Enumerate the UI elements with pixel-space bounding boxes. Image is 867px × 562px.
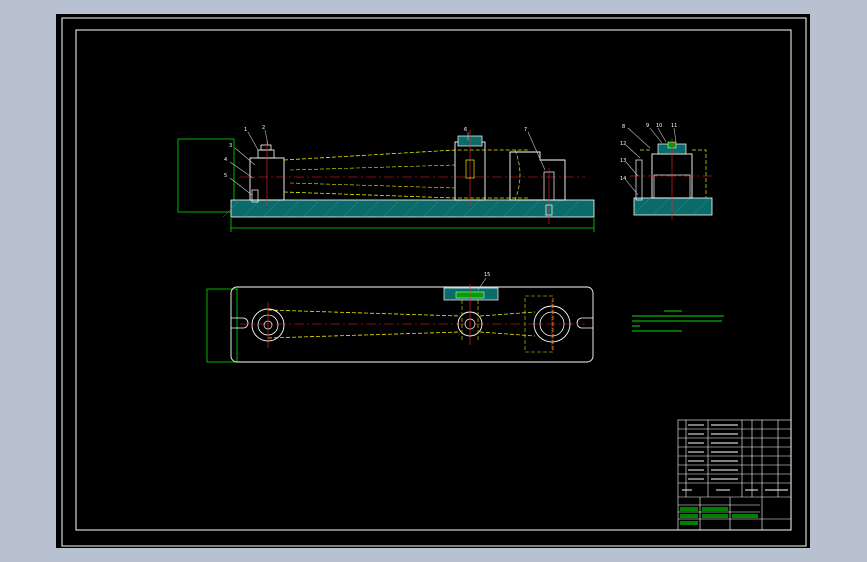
leader-label-1: 1 — [244, 127, 247, 133]
side-base — [633, 197, 713, 216]
leader-label-11: 11 — [671, 123, 677, 129]
leader-label-6: 6 — [464, 127, 467, 133]
leader-label-5: 5 — [224, 173, 227, 179]
leader-label-7: 7 — [524, 127, 527, 133]
leader-label-9: 9 — [646, 123, 649, 129]
drawing-sheet — [56, 14, 810, 548]
cad-drawing-viewport[interactable]: 1 2 3 4 5 6 7 8 9 10 11 12 13 14 15 — [0, 0, 867, 562]
leader-label-4: 4 — [224, 157, 227, 163]
leader-label-3: 3 — [229, 143, 232, 149]
leader-label-12: 12 — [620, 141, 626, 147]
leader-label-2: 2 — [262, 125, 265, 131]
leader-label-15: 15 — [484, 272, 490, 278]
leader-label-8: 8 — [622, 124, 625, 130]
leader-label-13: 13 — [620, 158, 626, 164]
leader-label-14: 14 — [620, 176, 626, 182]
leader-label-10: 10 — [656, 123, 662, 129]
